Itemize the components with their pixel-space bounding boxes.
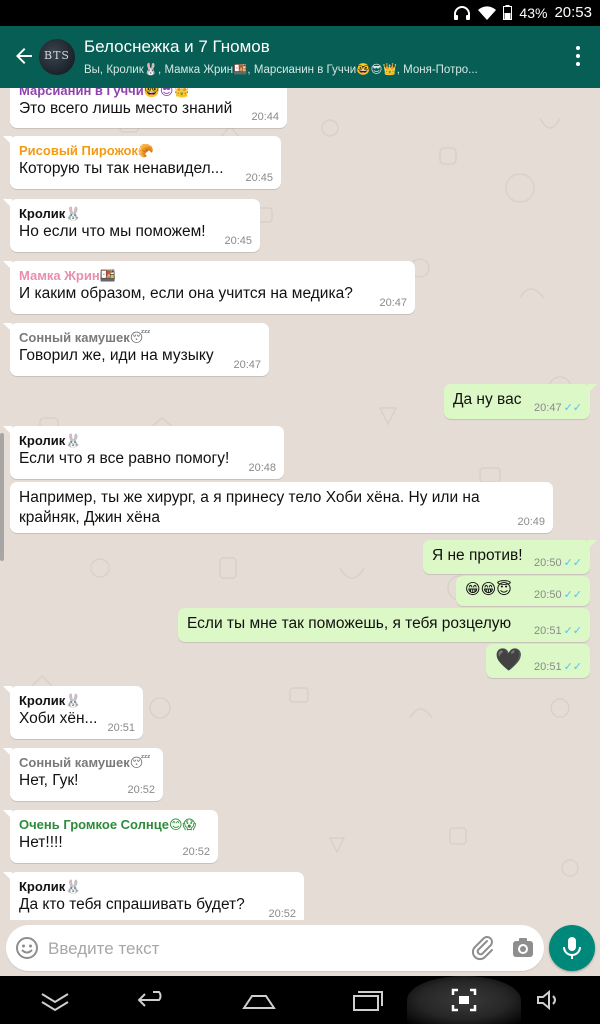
message-text: Говорил же, иди на музыку [19, 347, 214, 364]
message-time: 20:47 [379, 297, 407, 309]
microphone-icon [563, 937, 581, 959]
message-text: Если что я все равно помогу! [19, 450, 230, 467]
message-sender: Сонный камушек😴 [19, 330, 151, 345]
battery-icon [503, 5, 513, 20]
message-input[interactable]: Введите текст [6, 925, 544, 971]
message-sender: Рисовый Пирожок🥐 [19, 143, 155, 158]
arrow-left-icon[interactable] [12, 44, 36, 68]
message-time: 20:47 [233, 359, 261, 371]
message-time: 20:51 [534, 625, 562, 637]
message-bubble-outgoing[interactable]: 🖤 20:51 ✓✓ [486, 644, 590, 678]
message-bubble[interactable]: Сонный камушек😴 Говорил же, иди на музык… [3, 323, 269, 376]
composer: Введите текст [0, 920, 600, 976]
message-time: 20:50 [534, 557, 562, 569]
microphone-button[interactable] [549, 925, 595, 971]
message-meta: 20:50 ✓✓ [534, 556, 582, 569]
read-ticks-icon: ✓✓ [563, 402, 582, 414]
more-vert-icon[interactable] [574, 44, 582, 68]
message-sender: Кролик🐰 [19, 206, 82, 221]
status-bar: 43% 20:53 [0, 0, 600, 26]
read-ticks-icon: ✓✓ [563, 589, 582, 601]
message-time: 20:50 [534, 589, 562, 601]
recents-icon[interactable] [350, 986, 384, 1014]
message-bubble[interactable]: Сонный камушек😴 Нет, Гук! 20:52 [3, 748, 163, 801]
scroll-indicator[interactable] [0, 433, 4, 561]
chat-header: BTS Белоснежка и 7 Гномов Вы, Кролик🐰, М… [0, 26, 600, 88]
input-placeholder[interactable]: Введите текст [48, 939, 159, 959]
message-text: Да кто тебя спрашивать будет? [19, 896, 245, 913]
read-ticks-icon: ✓✓ [563, 557, 582, 569]
chat-members[interactable]: Вы, Кролик🐰, Мамка Жрин🍱, Марсианин в Гу… [84, 62, 539, 76]
paperclip-icon[interactable] [471, 935, 495, 961]
message-bubble[interactable]: Мамка Жрин🍱 И каким образом, если она уч… [3, 261, 415, 314]
message-time: 20:51 [107, 722, 135, 734]
message-time: 20:44 [251, 111, 279, 123]
message-sender: Марсианин в Гуччи🤓😎👑 [19, 88, 190, 98]
message-time: 20:48 [248, 462, 276, 474]
chevron-down-icon[interactable] [38, 986, 72, 1014]
message-bubble-outgoing[interactable]: Да ну вас 20:47 ✓✓ [444, 384, 597, 419]
message-time: 20:52 [182, 846, 210, 858]
message-meta: 20:47 ✓✓ [534, 401, 582, 414]
message-text: Например, ты же хирург, а я принесу тело… [19, 489, 480, 526]
message-time: 20:47 [534, 402, 562, 414]
smile-icon[interactable] [15, 936, 39, 960]
wifi-icon [478, 5, 497, 20]
message-text: Но если что мы поможем! [19, 223, 206, 240]
message-time: 20:45 [245, 172, 273, 184]
message-text: Которую ты так ненавидел... [19, 160, 224, 177]
message-bubble[interactable]: Марсианин в Гуччи🤓😎👑 Это всего лишь мест… [10, 88, 287, 128]
message-bubble[interactable]: Очень Громкое Солнце😊😱 Нет!!!! 20:52 [3, 810, 218, 863]
status-clock: 20:53 [554, 4, 592, 21]
message-meta: 20:51 ✓✓ [534, 660, 582, 673]
message-sender: Кролик🐰 [19, 879, 82, 894]
message-bubble-outgoing[interactable]: 😁😁😇 20:50 ✓✓ [456, 576, 590, 606]
message-sender: Очень Громкое Солнце😊😱 [19, 817, 197, 832]
message-text: Это всего лишь место знаний [19, 100, 233, 117]
message-time: 20:52 [127, 784, 155, 796]
message-meta: 20:50 ✓✓ [534, 588, 582, 601]
message-meta: 20:51 ✓✓ [534, 624, 582, 637]
message-sender: Кролик🐰 [19, 693, 82, 708]
message-sender: Мамка Жрин🍱 [19, 268, 116, 283]
read-ticks-icon: ✓✓ [563, 661, 582, 673]
volume-icon[interactable] [532, 986, 566, 1014]
message-sender: Кролик🐰 [19, 433, 82, 448]
message-bubble-outgoing[interactable]: Я не против! 20:50 ✓✓ [423, 540, 597, 574]
back-icon[interactable] [135, 986, 169, 1014]
chat-title[interactable]: Белоснежка и 7 Гномов [84, 37, 270, 57]
message-bubble[interactable]: Кролик🐰 Если что я все равно помогу! 20:… [3, 426, 284, 479]
message-list[interactable]: Марсианин в Гуччи🤓😎👑 Это всего лишь мест… [0, 88, 600, 920]
read-ticks-icon: ✓✓ [563, 625, 582, 637]
home-icon[interactable] [242, 986, 276, 1014]
message-bubble[interactable]: Кролик🐰 Да кто тебя спрашивать будет? 20… [3, 872, 304, 920]
message-time: 20:51 [534, 661, 562, 673]
screenshot-icon[interactable] [447, 986, 481, 1014]
message-sender: Сонный камушек😴 [19, 755, 151, 770]
message-text: Нет!!!! [19, 834, 63, 851]
message-text: Если ты мне так поможешь, я тебя розцелу… [187, 615, 512, 632]
avatar-text: BTS [44, 49, 70, 62]
system-nav-bar [0, 976, 600, 1024]
camera-icon[interactable] [511, 936, 535, 960]
message-time: 20:52 [268, 908, 296, 920]
message-bubble[interactable]: Например, ты же хирург, а я принесу тело… [10, 482, 553, 533]
message-text: И каким образом, если она учится на меди… [19, 285, 353, 302]
group-avatar[interactable]: BTS [39, 39, 75, 75]
battery-level: 43% [519, 4, 548, 21]
message-bubble[interactable]: Кролик🐰 Хоби хён... 20:51 [3, 686, 143, 739]
message-bubble-outgoing[interactable]: Если ты мне так поможешь, я тебя розцелу… [178, 608, 590, 642]
message-bubble[interactable]: Рисовый Пирожок🥐 Которую ты так ненавиде… [3, 136, 281, 189]
message-time: 20:49 [517, 516, 545, 528]
message-bubble[interactable]: Кролик🐰 Но если что мы поможем! 20:45 [3, 199, 260, 252]
message-time: 20:45 [224, 235, 252, 247]
headphones-icon [454, 5, 471, 20]
